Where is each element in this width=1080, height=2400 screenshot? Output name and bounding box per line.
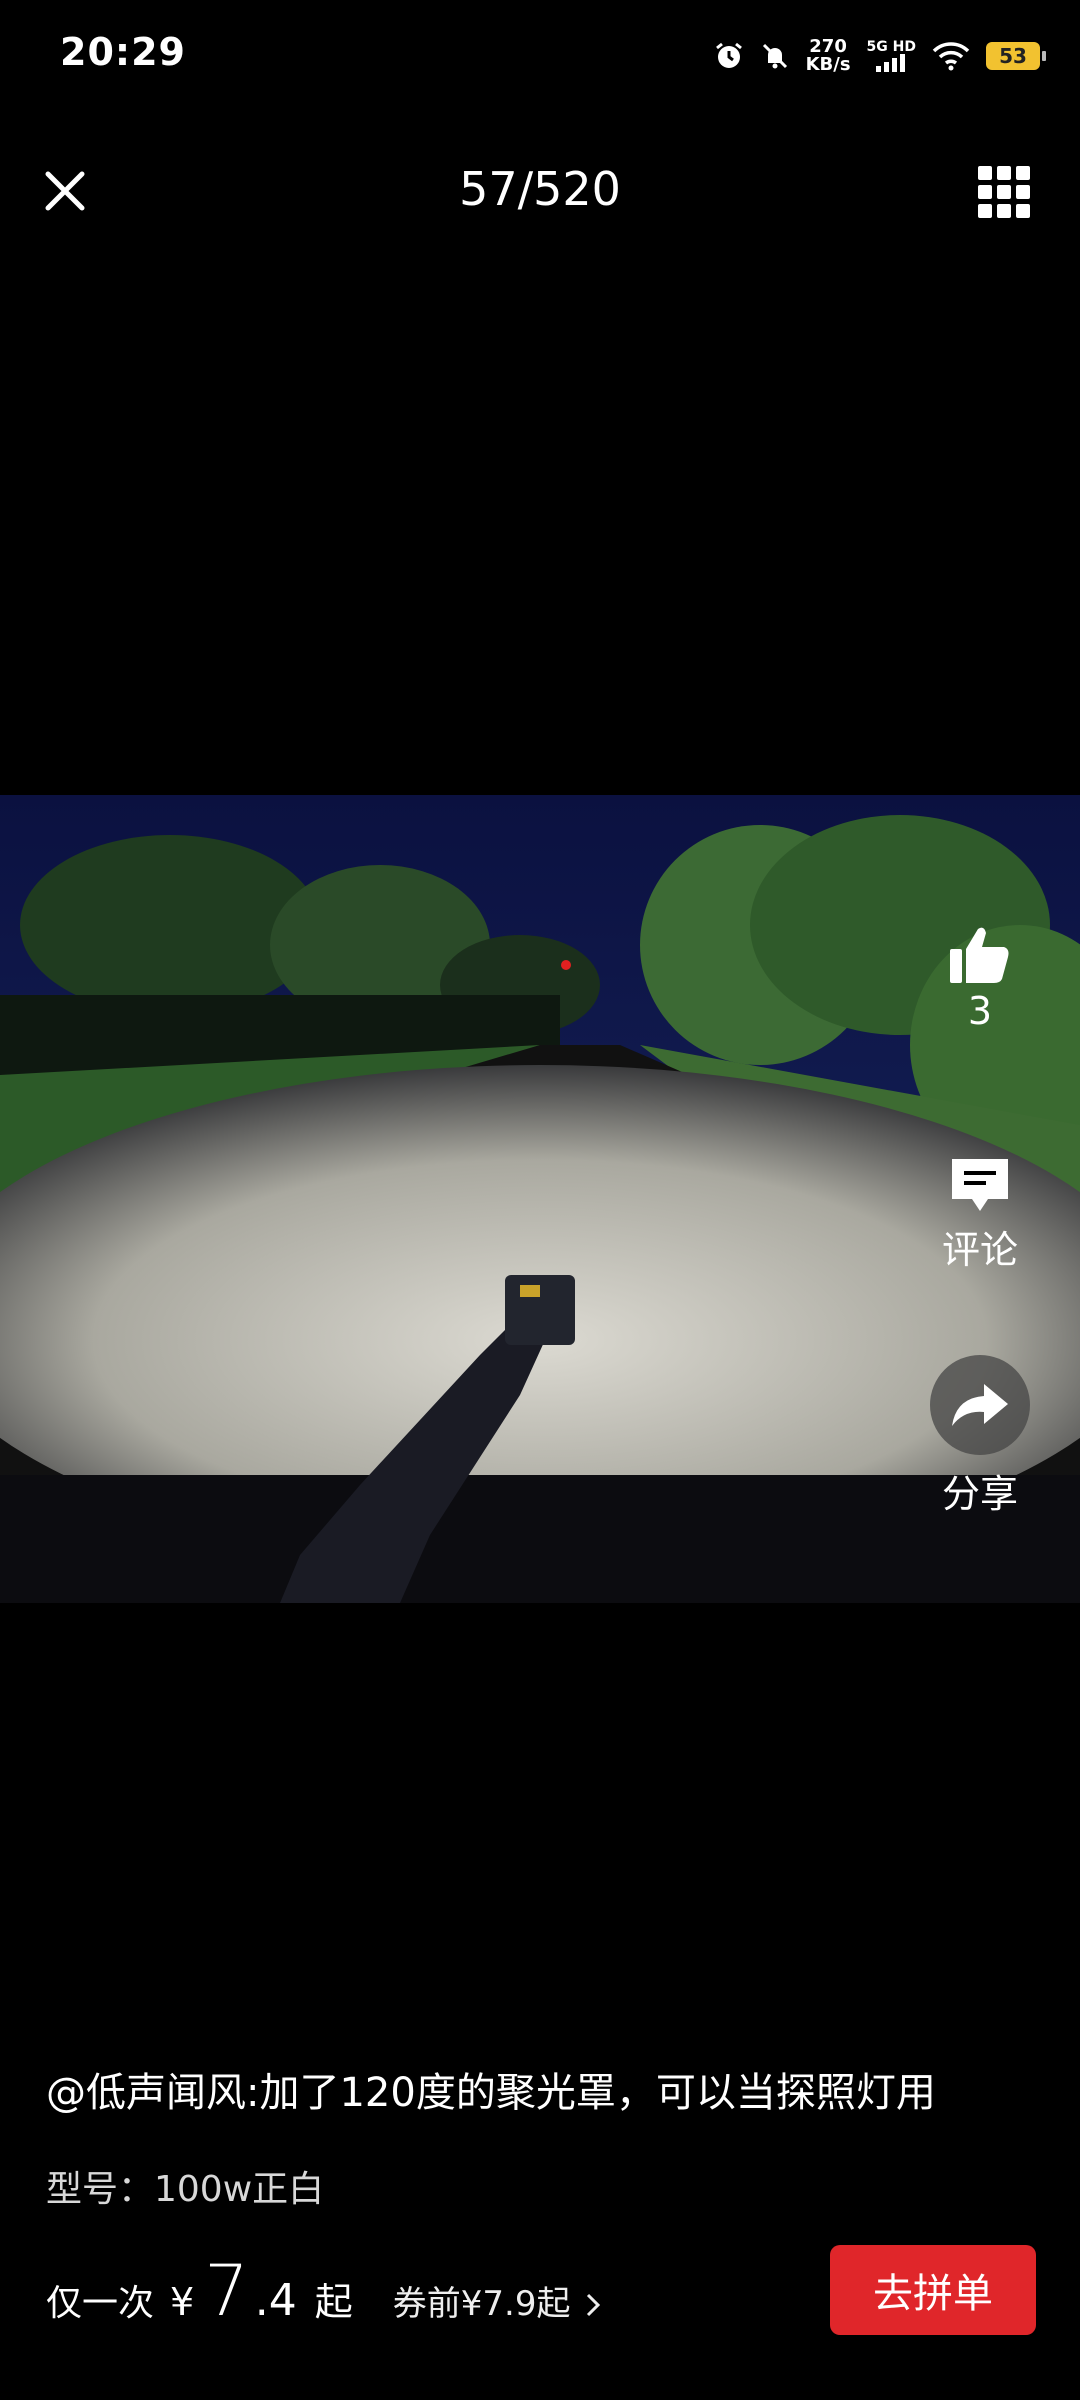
price-integer: 7 [204,2250,249,2332]
thumbs-up-icon [950,927,1009,983]
night-road-image [0,795,1080,1603]
comment-icon [952,1159,1008,1211]
join-group-buy-button[interactable]: 去拼单 [830,2245,1036,2335]
price-row: 仅一次 ¥ 7 .4 起 券前¥7.9起 [46,2250,602,2332]
price-prefix: 仅一次 [46,2283,155,2324]
share-label: 分享 [941,1472,1018,1516]
status-icons: 270 KB/s 5G HD 53 [714,34,1046,78]
image-counter: 57/520 [459,162,621,216]
net-type: 5G HD [867,40,916,72]
product-spec: 型号：100w正白 [46,2169,325,2210]
viewer-header: 57/520 [0,150,1080,236]
battery-icon: 53 [986,42,1046,70]
network-label: 5G HD [866,39,916,55]
alarm-icon [715,42,742,68]
review-caption: @低声闻风:加了120度的聚光罩，可以当探照灯用 [46,2070,936,2116]
comment-label: 评论 [941,1228,1018,1272]
comment-button[interactable]: 评论 [920,1155,1040,1274]
mute-bell-icon [762,43,787,69]
status-time: 20:29 [60,30,186,74]
share-circle [930,1355,1030,1455]
status-bar: 20:29 270 KB/s 5G HD 53 [0,0,1080,110]
price-decimal: .4 [254,2275,297,2326]
chevron-right-icon [587,2293,601,2317]
price-suffix: 起 [314,2280,353,2324]
share-arrow-icon [952,1384,1008,1426]
grid-icon[interactable] [976,164,1032,220]
net-speed: 270 KB/s [806,38,851,74]
share-button[interactable]: 分享 [920,1355,1040,1518]
coupon-text: 券前¥7.9起 [392,2284,571,2324]
wifi-icon [932,42,970,71]
net-speed-unit: KB/s [805,54,851,75]
battery-level: 53 [999,44,1027,68]
like-button[interactable]: 3 [920,925,1040,1033]
like-count: 3 [967,989,993,1033]
review-photo[interactable] [0,795,1080,1603]
signal-icon [876,54,906,72]
coupon-price-link[interactable]: 券前¥7.9起 [393,2276,602,2325]
price-currency: ¥ [170,2280,195,2324]
